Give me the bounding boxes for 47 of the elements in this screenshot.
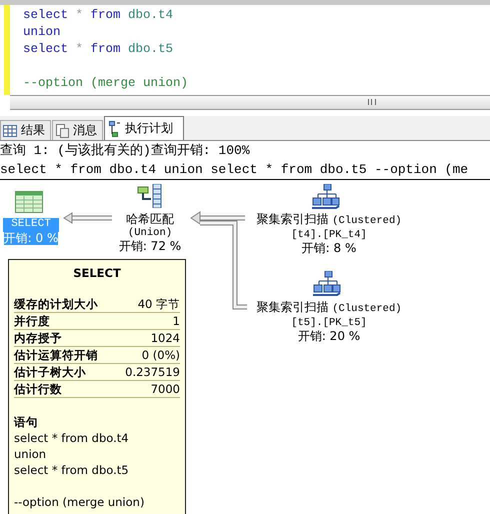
table-icon (15, 191, 43, 213)
code-line: union (23, 24, 62, 41)
property-label: 估计运算符开销 (14, 348, 98, 363)
property-label: 内存授予 (14, 331, 62, 346)
property-value: 7000 (150, 382, 180, 397)
operator-name[interactable]: 哈希匹配 (126, 213, 174, 226)
statement-line: select * from dbo.t5 (14, 462, 130, 478)
document-icon (55, 124, 69, 138)
code-line: --option (merge union) (23, 75, 188, 92)
property-value: 0.237519 (125, 365, 180, 380)
operator-cost: 开销: 72 % (118, 240, 182, 254)
results-tab[interactable]: 消息 (52, 120, 103, 140)
operator-cost: 开销: 0 % (4, 232, 58, 245)
tooltip-title: SELECT (72, 266, 122, 280)
statement-line: select * from dbo.t4 (14, 430, 130, 446)
query-statement: select * from dbo.t4 union select * from dbo.t5 --option (me (0, 160, 490, 180)
property-value: 1024 (150, 331, 180, 346)
code-editor[interactable]: select * from dbo.t4 union select * from dbo.t5 --option (merge union) (0, 5, 490, 95)
property-value: 0 (0%) (142, 348, 180, 363)
statement-line: union (14, 446, 48, 462)
statement-line: --option (merge union) (14, 494, 146, 510)
query-title: 查询 1: (与该批有关的)查询开销: 100% (0, 142, 251, 160)
property-label: 缓存的计划大小 (14, 297, 98, 312)
results-tab[interactable]: 结果 (0, 120, 51, 140)
property-label: 并行度 (14, 314, 50, 329)
grid-icon (3, 124, 17, 136)
plan-icon (109, 120, 121, 136)
index-scan-icon (313, 271, 341, 297)
operator-object: [t5].[PK_t5] (291, 316, 367, 330)
index-scan-icon (312, 184, 340, 210)
statement-label: 语句 (14, 414, 39, 430)
property-label: 估计子树大小 (14, 365, 86, 380)
operator-cost: 开销: 8 % (302, 242, 356, 256)
property-label: 估计行数 (14, 382, 62, 397)
flow-arrow (63, 212, 112, 224)
horizontal-scrollbar[interactable] (10, 95, 490, 110)
operator-name[interactable]: 聚集索引扫描 (Clustered) (256, 301, 402, 316)
code-line: select * from dbo.t5 (23, 41, 174, 58)
operator-name[interactable]: 聚集索引扫描 (Clustered) (256, 213, 402, 228)
property-value: 1 (172, 314, 180, 329)
operator-object: [t4].[PK_t4] (291, 228, 367, 242)
operator-cost: 开销: 20 % (298, 330, 360, 344)
results-tab[interactable]: 执行计划 (104, 116, 184, 140)
operator-object: (Union) (128, 226, 172, 240)
code-line: select * from dbo.t4 (23, 7, 174, 24)
property-value: 40 字节 (138, 297, 180, 312)
hash-match-icon (137, 184, 163, 208)
